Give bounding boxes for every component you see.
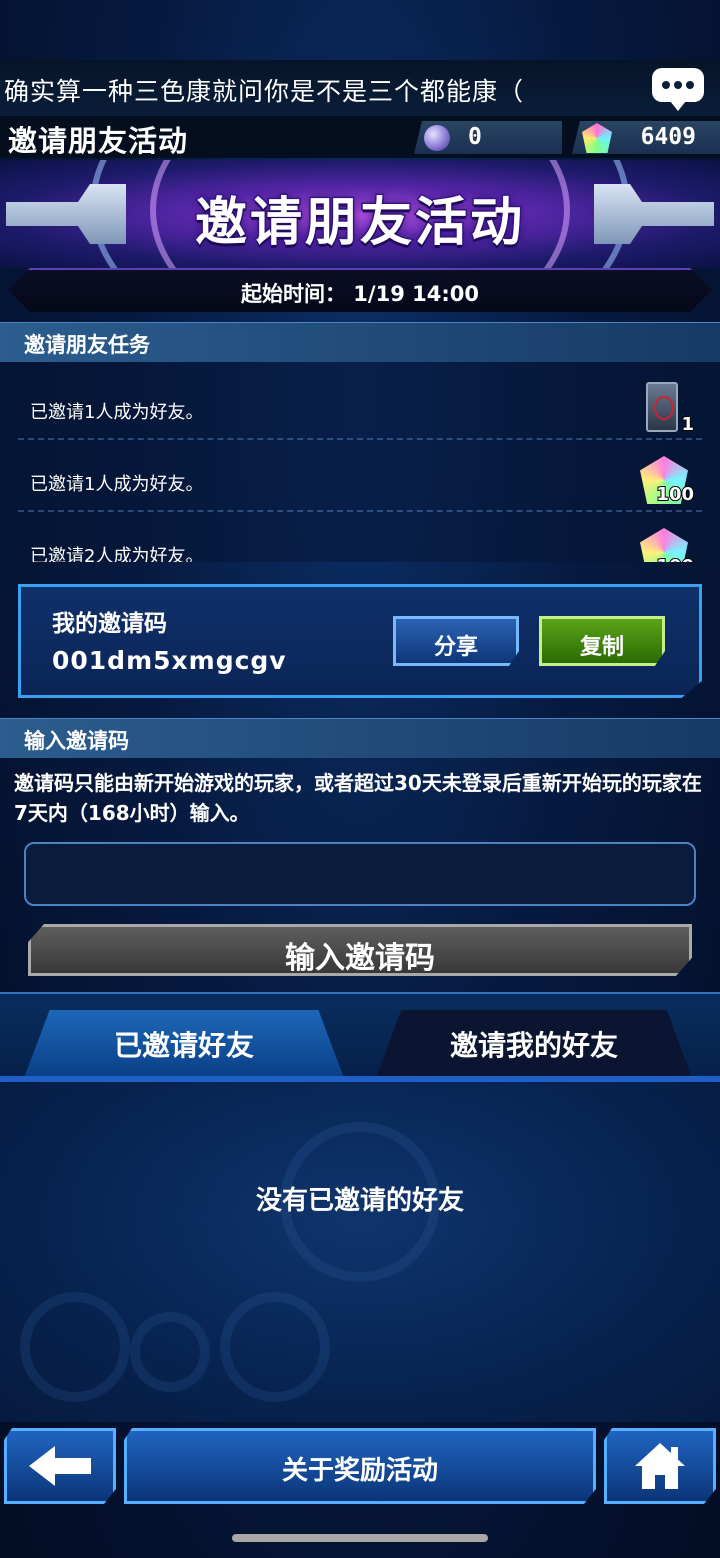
mission-label: 已邀请2人成为好友。 bbox=[30, 546, 204, 562]
mission-list[interactable]: 已邀请1人成为好友。 1 已邀请1人成为好友。 100 已邀请2人成为好友。 1… bbox=[0, 362, 720, 562]
share-button[interactable]: 分享 bbox=[393, 616, 519, 666]
home-indicator[interactable] bbox=[232, 1534, 488, 1542]
submit-button-label: 输入邀请码 bbox=[285, 941, 435, 976]
enter-code-description: 邀请码只能由新开始游戏的玩家，或者超过30天未登录后重新开始玩的玩家在7天内（1… bbox=[14, 771, 702, 825]
reward-count: 1 bbox=[681, 413, 695, 436]
gem-icon bbox=[582, 123, 612, 153]
back-arrow-icon bbox=[7, 1431, 113, 1501]
reward-count: 100 bbox=[655, 555, 695, 562]
orb-currency[interactable]: 0 bbox=[414, 121, 562, 154]
my-code-value: 001dm5xmgcgv bbox=[52, 646, 287, 675]
tab-invited-friends-label: 已邀请好友 bbox=[113, 1029, 254, 1062]
my-code-label: 我的邀请码 bbox=[52, 611, 167, 637]
mission-row[interactable]: 已邀请1人成为好友。 1 bbox=[0, 368, 720, 440]
gem-count: 6409 bbox=[640, 124, 696, 150]
mission-row[interactable]: 已邀请1人成为好友。 100 bbox=[0, 440, 720, 512]
gem-currency[interactable]: 6409 bbox=[572, 121, 720, 154]
start-time: 起始时间： 1/19 14:00 bbox=[241, 282, 479, 306]
home-button[interactable] bbox=[604, 1428, 716, 1504]
chat-message[interactable]: 确实算一种三色康就问你是不是三个都能康（ bbox=[4, 72, 524, 108]
banner-title: 邀请朋友活动 bbox=[193, 192, 525, 255]
submit-invite-code-button[interactable]: 输入邀请码 bbox=[28, 924, 692, 976]
card-pack-icon bbox=[646, 382, 678, 432]
chat-bubble-icon[interactable] bbox=[652, 68, 704, 111]
missions-title: 邀请朋友任务 bbox=[24, 333, 150, 357]
empty-state-message: 没有已邀请的好友 bbox=[255, 1186, 464, 1216]
about-rewards-label: 关于奖励活动 bbox=[281, 1456, 438, 1486]
tab-friends-who-invited-me-label: 邀请我的好友 bbox=[449, 1029, 618, 1062]
back-button[interactable] bbox=[4, 1428, 116, 1504]
mission-label: 已邀请1人成为好友。 bbox=[30, 402, 204, 423]
mission-label: 已邀请1人成为好友。 bbox=[30, 474, 204, 495]
orb-icon bbox=[424, 125, 450, 151]
orb-count: 0 bbox=[468, 124, 482, 150]
copy-button-label: 复制 bbox=[579, 635, 624, 660]
invite-code-input[interactable] bbox=[24, 842, 696, 906]
friends-list-area[interactable] bbox=[0, 1082, 720, 1422]
missions-header: 邀请朋友任务 bbox=[0, 322, 720, 362]
copy-button[interactable]: 复制 bbox=[539, 616, 665, 666]
enter-code-header: 输入邀请码 bbox=[0, 718, 720, 758]
page-title: 邀请朋友活动 bbox=[8, 124, 189, 158]
mission-row[interactable]: 已邀请2人成为好友。 100 bbox=[0, 512, 720, 562]
share-button-label: 分享 bbox=[433, 635, 478, 660]
home-icon bbox=[607, 1431, 713, 1501]
enter-code-title: 输入邀请码 bbox=[24, 729, 129, 753]
reward-count: 100 bbox=[655, 483, 695, 506]
